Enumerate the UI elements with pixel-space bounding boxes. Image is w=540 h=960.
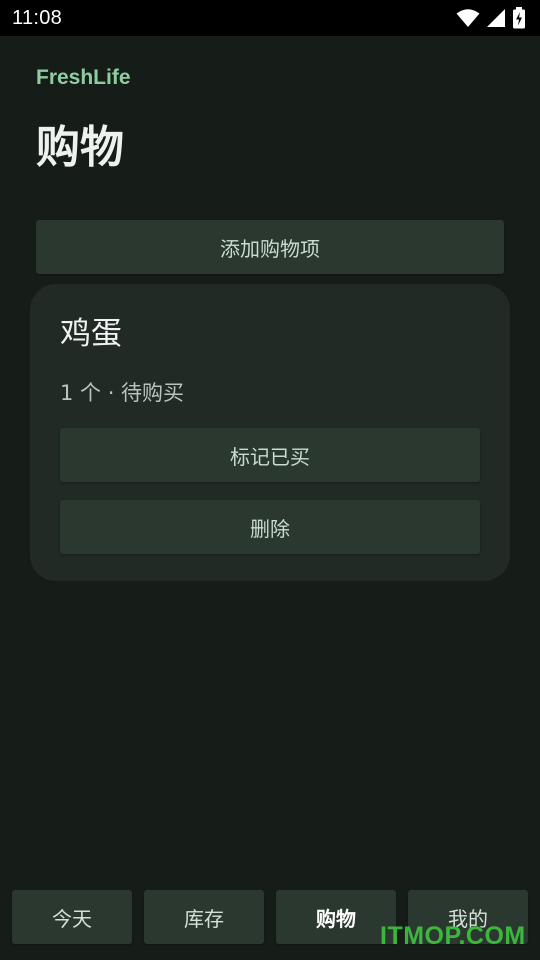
battery-charging-icon (513, 7, 525, 29)
status-bar: 11:08 (0, 0, 540, 36)
item-meta: 1 个 · 待购买 (60, 381, 185, 405)
wifi-icon (456, 9, 480, 27)
shopping-item-card: 鸡蛋 1 个 · 待购买 标记已买 删除 (30, 284, 510, 581)
tab-shopping[interactable]: 购物 (276, 890, 396, 944)
watermark: ITMOP.COM (380, 922, 526, 950)
signal-icon (487, 9, 505, 27)
tab-today[interactable]: 今天 (12, 890, 132, 944)
delete-button[interactable]: 删除 (60, 500, 480, 554)
tab-inventory[interactable]: 库存 (144, 890, 264, 944)
status-time: 11:08 (12, 6, 63, 29)
mark-bought-button[interactable]: 标记已买 (60, 428, 480, 482)
app-name: FreshLife (36, 66, 131, 89)
page-title: 购物 (36, 122, 124, 173)
item-name: 鸡蛋 (60, 316, 122, 352)
status-icons (456, 7, 526, 29)
add-shopping-item-button[interactable]: 添加购物项 (36, 220, 504, 274)
